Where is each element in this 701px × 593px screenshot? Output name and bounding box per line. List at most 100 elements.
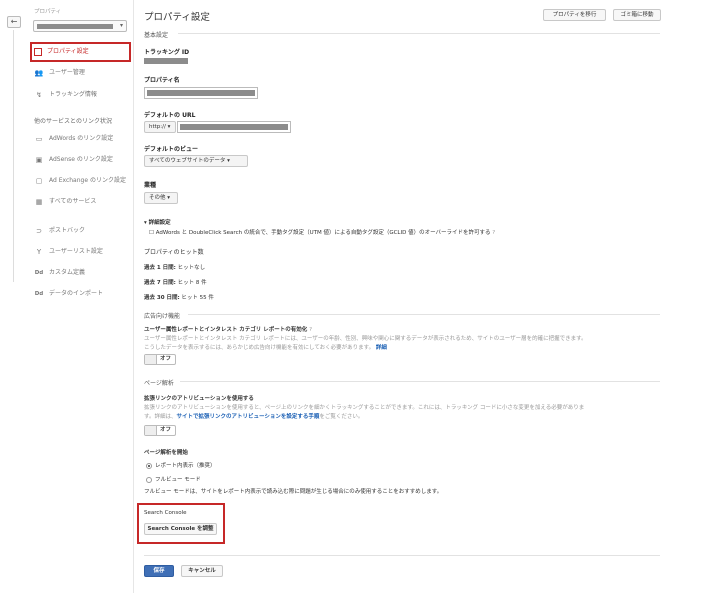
sidebar-item-postback[interactable]: ⊃ ポストバック (34, 225, 85, 237)
property-settings-icon (34, 47, 42, 56)
redacted-default-url (180, 124, 288, 130)
help-icon[interactable]: ? (309, 327, 312, 333)
radio-in-report[interactable]: レポート内表示（推奨） (146, 461, 216, 469)
sidebar-item-user-lists[interactable]: Y ユーザーリスト設定 (34, 246, 103, 258)
sidebar-item-all-services[interactable]: ▦ すべてのサービス (34, 196, 97, 208)
redacted-property-name (147, 90, 255, 96)
hits-row-1d: 過去 1 日間: ヒットなし (144, 263, 205, 271)
adjust-search-console-button[interactable]: Search Console を調整 (144, 523, 217, 535)
override-autotag-row: ☐ AdWords と DoubleClick Search の統合で、手動タグ… (149, 228, 495, 236)
adsense-icon: ▣ (35, 155, 43, 164)
sidebar-item-label: プロパティ設定 (47, 48, 89, 55)
sidebar-item-custom-definitions[interactable]: Dd カスタム定義 (34, 267, 85, 279)
radio-label: フルビュー モード (155, 477, 201, 483)
enhanced-link-setup-link[interactable]: サイトで拡張リンクのアトリビューションを設定する手順 (176, 414, 319, 420)
sidebar-item-adsense[interactable]: ▣ AdSense のリンク設定 (34, 154, 113, 166)
property-label: プロパティ (34, 9, 62, 15)
enhanced-link-desc-2: す。詳細は、サイトで拡張リンクのアトリビューションを設定する手順をご覧ください。 (144, 412, 363, 420)
help-icon[interactable]: ? (492, 230, 495, 236)
hits-label: 過去 30 日間: (144, 295, 180, 301)
hits-value: ヒットなし (175, 265, 206, 271)
section-title-basic: 基本設定 (144, 32, 169, 39)
sidebar-item-ad-exchange[interactable]: ▢ Ad Exchange のリンク設定 (34, 175, 126, 187)
cancel-button[interactable]: キャンセル (181, 565, 223, 577)
chevron-down-icon: ▾ (119, 22, 123, 29)
property-name-label: プロパティ名 (144, 77, 180, 84)
footer-divider (144, 555, 660, 556)
desc-text: をご覧ください。 (319, 414, 364, 420)
sidebar-item-tracking-info[interactable]: ↯ トラッキング情報 (34, 89, 97, 101)
users-icon: 👥 (34, 68, 44, 77)
industry-label: 業種 (144, 182, 157, 189)
tracking-id-label: トラッキング ID (144, 49, 190, 56)
section-divider (180, 381, 660, 382)
data-import-icon: Dd (34, 290, 44, 297)
toggle-knob (145, 355, 157, 364)
sidebar-item-label: ユーザー管理 (49, 69, 85, 76)
sidebar-item-data-import[interactable]: Dd データのインポート (34, 288, 103, 300)
learn-more-link[interactable]: 詳細 (376, 345, 387, 351)
protocol-select[interactable]: http:// ▾ (144, 121, 176, 133)
redacted-tracking-id (144, 58, 188, 64)
postback-icon: ⊃ (36, 226, 42, 235)
full-view-note: フルビュー モードは、サイトをレポート内表示で読み込む際に問題が生じる場合にのみ… (144, 489, 443, 495)
demographics-desc-2-text: こうしたデータを表示するには、あらかじめ広告向け機能を有効にしておく必要がありま… (144, 345, 375, 351)
back-button[interactable]: ← (7, 16, 21, 28)
hits-row-7d: 過去 7 日間: ヒット 8 件 (144, 278, 207, 286)
enhanced-link-desc-1: 拡張リンクのアトリビューションを使用すると、ページ上のリンクを細かくトラッキング… (144, 405, 585, 411)
enhanced-link-toggle[interactable]: オフ (144, 425, 176, 436)
move-property-button[interactable]: プロパティを移行 (543, 9, 606, 21)
sidebar-item-label: カスタム定義 (49, 269, 86, 276)
default-view-label: デフォルトのビュー (144, 146, 199, 153)
toggle-label: オフ (160, 427, 172, 433)
property-name-input[interactable] (144, 87, 258, 99)
section-divider (188, 314, 660, 315)
back-arrow-icon: ← (10, 17, 18, 26)
radio-full-view[interactable]: フルビュー モード (146, 475, 201, 483)
desc-text: す。詳細は、 (144, 414, 177, 420)
sidebar-item-label: データのインポート (49, 290, 104, 297)
sidebar-item-property-settings[interactable]: プロパティ設定 (34, 46, 89, 58)
redacted-property-name (37, 24, 113, 29)
override-autotag-text: AdWords と DoubleClick Search の統合で、手動タグ設定… (155, 230, 491, 236)
all-services-icon: ▦ (35, 197, 43, 206)
demographics-desc-1: ユーザー属性レポートとインタレスト カテゴリ レポートには、ユーザーの年齢、性別… (144, 336, 587, 342)
demographics-title: ユーザー属性レポートとインタレスト カテゴリ レポートの有効化 ? (144, 325, 312, 333)
hits-label: 過去 1 日間: (144, 265, 176, 271)
default-view-select[interactable]: すべてのウェブサイトのデータ ▾ (144, 155, 248, 167)
sidebar-item-label: AdWords のリンク設定 (49, 135, 114, 142)
adwords-icon: ▭ (35, 134, 43, 143)
sidebar-item-label: ユーザーリスト設定 (49, 248, 103, 255)
radio-unselected-icon (146, 476, 152, 483)
section-title-page-analytics: ページ解析 (144, 380, 174, 387)
hits-row-30d: 過去 30 日間: ヒット 55 件 (144, 293, 214, 301)
advanced-settings-toggle[interactable]: ▾ 詳細設定 (144, 218, 171, 226)
page-analytics-start-label: ページ解析を開始 (144, 450, 188, 456)
property-select[interactable]: ▾ (33, 20, 127, 32)
sidebar-item-label: すべてのサービス (49, 198, 97, 205)
sidebar-divider (13, 30, 14, 282)
demographics-title-text: ユーザー属性レポートとインタレスト カテゴリ レポートの有効化 (144, 327, 308, 333)
industry-select[interactable]: その他 ▾ (144, 192, 178, 204)
linking-heading: 他のサービスとのリンク状況 (34, 118, 112, 125)
override-autotag-checkbox[interactable]: ☐ (149, 230, 154, 236)
default-url-label: デフォルトの URL (144, 112, 196, 119)
sidebar-item-label: ポストバック (49, 227, 86, 234)
section-divider (178, 33, 660, 34)
hits-title: プロパティのヒット数 (144, 249, 204, 256)
page-title: プロパティ設定 (144, 12, 210, 23)
custom-definitions-icon: Dd (34, 269, 44, 276)
save-button[interactable]: 保存 (144, 565, 174, 577)
section-title-advertising: 広告向け機能 (144, 313, 181, 320)
sidebar-item-label: AdSense のリンク設定 (49, 156, 113, 163)
demographics-desc-2: こうしたデータを表示するには、あらかじめ広告向け機能を有効にしておく必要がありま… (144, 343, 387, 351)
sidebar-item-adwords[interactable]: ▭ AdWords のリンク設定 (34, 133, 114, 145)
toggle-label: オフ (160, 356, 172, 362)
enhanced-link-title: 拡張リンクのアトリビューションを使用する (144, 396, 254, 402)
sidebar-item-user-management[interactable]: 👥 ユーザー管理 (34, 67, 85, 79)
demographics-toggle[interactable]: オフ (144, 354, 176, 365)
default-url-input[interactable] (177, 121, 291, 133)
content-divider (133, 0, 134, 593)
move-to-trash-button[interactable]: ゴミ箱に移動 (613, 9, 661, 21)
ad-exchange-icon: ▢ (35, 176, 43, 185)
